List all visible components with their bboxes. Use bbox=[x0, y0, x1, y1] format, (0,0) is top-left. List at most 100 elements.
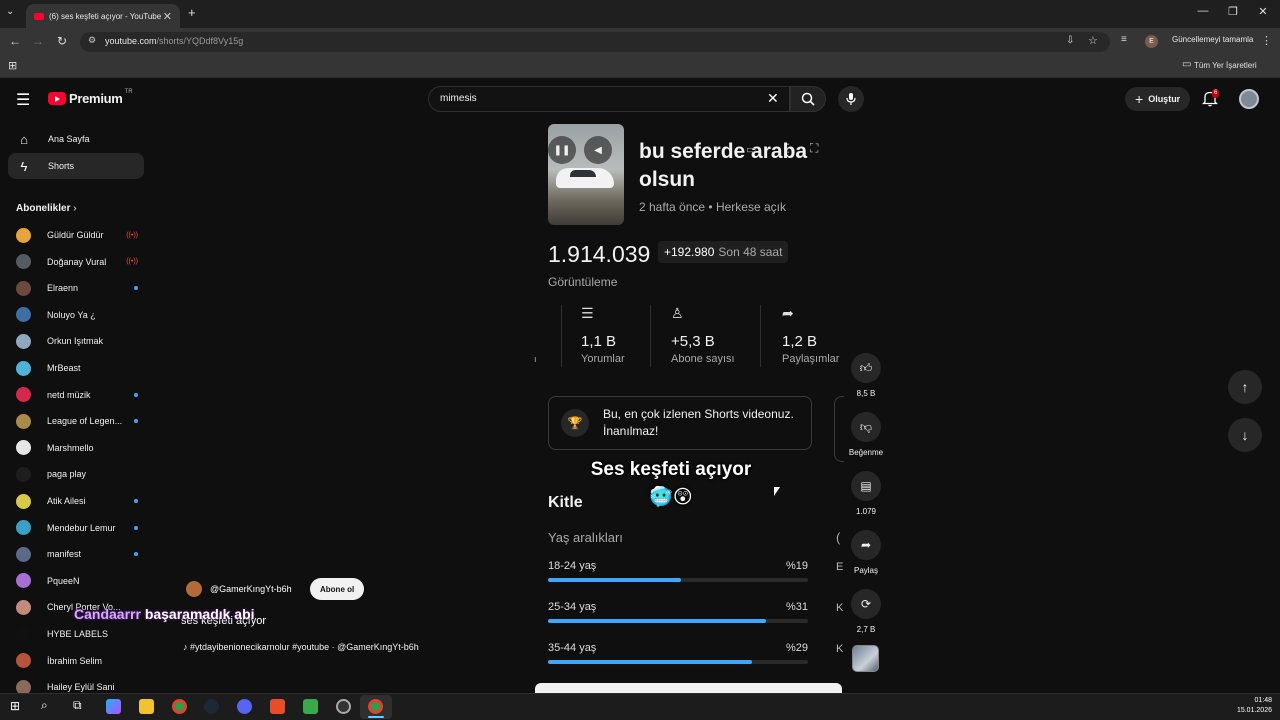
arrow-up-icon: ↑ bbox=[1241, 379, 1249, 395]
windows-start-icon[interactable]: ⊞ bbox=[10, 699, 20, 713]
subscription-item[interactable]: İbrahim Selim bbox=[16, 652, 138, 670]
share-arrow-icon[interactable]: ➦ bbox=[851, 530, 881, 560]
channel-name[interactable]: @GamerKıngYt-b6h bbox=[210, 584, 292, 594]
search-input[interactable]: mimesis bbox=[440, 93, 477, 104]
channel-avatar[interactable] bbox=[186, 581, 202, 597]
sound-thumbnail[interactable] bbox=[852, 645, 879, 672]
subscription-item[interactable]: Atik Ailesi bbox=[16, 492, 138, 510]
like-action[interactable]: 👍︎ 8,5 B bbox=[850, 353, 882, 398]
fullscreen-icon[interactable]: ⛶ bbox=[810, 141, 818, 156]
url-text[interactable]: youtube.com/shorts/YQDdf8Vy15g bbox=[105, 36, 243, 46]
copilot-icon[interactable] bbox=[106, 699, 121, 714]
app-icon-green[interactable] bbox=[303, 699, 318, 714]
steam-icon[interactable] bbox=[204, 699, 219, 714]
share-action[interactable]: ➦ Paylaş bbox=[850, 530, 882, 575]
stat-divider bbox=[650, 305, 651, 367]
thumbs-down-icon[interactable]: 👎︎ bbox=[851, 412, 881, 442]
subscription-item[interactable]: Elraenn bbox=[16, 279, 138, 297]
reload-button[interactable]: ↻ bbox=[54, 34, 70, 48]
milestone-card: 🏆 Bu, en çok izlenen Shorts videonuz. İn… bbox=[548, 396, 812, 450]
media-controls-icon[interactable]: ≡ bbox=[1121, 34, 1127, 45]
subscription-item[interactable]: manifest bbox=[16, 545, 138, 563]
new-content-dot bbox=[134, 552, 138, 557]
comment-action[interactable]: ▤ 1.079 bbox=[850, 471, 882, 516]
next-short-button[interactable]: ↓ bbox=[1228, 418, 1262, 452]
chrome-active-icon[interactable] bbox=[368, 699, 383, 714]
music-line[interactable]: ♪ #ytdayibenionecikarnolur #youtube · @G… bbox=[183, 642, 419, 652]
channel-avatar bbox=[16, 626, 31, 642]
app-icon-circle[interactable] bbox=[336, 699, 351, 714]
maximize-button[interactable]: ❐ bbox=[1218, 5, 1248, 18]
clear-search-icon[interactable]: ✕ bbox=[767, 90, 779, 107]
all-bookmarks-link[interactable]: Tüm Yer İşaretleri bbox=[1194, 61, 1257, 70]
voice-search-button[interactable] bbox=[838, 86, 864, 112]
views-count: 1.914.039 bbox=[548, 241, 651, 267]
comment-count: 1.079 bbox=[855, 507, 877, 516]
more-options-icon[interactable]: ⋮ bbox=[782, 141, 794, 155]
subscription-item[interactable]: HYBE LABELS bbox=[16, 625, 138, 643]
age-range: 35-44 yaş bbox=[548, 642, 597, 654]
discord-icon[interactable] bbox=[237, 699, 252, 714]
subscription-item[interactable]: Mendebur Lemur bbox=[16, 519, 138, 537]
apps-grid-icon[interactable]: ⊞ bbox=[8, 59, 17, 72]
subscription-item[interactable]: Orkun Işıtmak bbox=[16, 332, 138, 350]
youtube-premium-logo[interactable]: Premium TR bbox=[48, 89, 133, 106]
subscription-item[interactable]: Marshmello bbox=[16, 439, 138, 457]
stat-label: Abone sayısı bbox=[671, 353, 735, 365]
subscription-item[interactable]: paga play bbox=[16, 465, 138, 483]
subscription-name: Elraenn bbox=[47, 283, 79, 294]
previous-short-button[interactable]: ↑ bbox=[1228, 370, 1262, 404]
video-visibility: Herkese açık bbox=[715, 200, 786, 214]
captions-icon[interactable]: ▭ bbox=[746, 143, 756, 156]
bookmark-star-icon[interactable]: ☆ bbox=[1088, 34, 1098, 47]
site-info-icon[interactable]: ⚙ bbox=[88, 35, 96, 46]
subscribe-button[interactable]: Abone ol bbox=[310, 578, 365, 600]
subscription-item[interactable]: netd müzik bbox=[16, 386, 138, 404]
new-tab-button[interactable]: + bbox=[188, 5, 196, 20]
account-avatar[interactable] bbox=[1239, 89, 1259, 109]
forward-button[interactable]: → bbox=[30, 34, 46, 48]
remix-action[interactable]: ⟳ 2,7 B bbox=[850, 589, 882, 634]
subscription-name: Güldür Güldür bbox=[47, 230, 104, 240]
subscription-item[interactable]: MrBeast bbox=[16, 359, 138, 377]
subscription-item[interactable]: Noluyo Ya ¿ bbox=[16, 306, 138, 324]
file-explorer-icon[interactable] bbox=[139, 699, 154, 714]
subscriptions-title: Abonelikler bbox=[16, 203, 71, 214]
pause-button[interactable]: ❚❚ bbox=[548, 136, 576, 164]
age-bar-fill bbox=[548, 619, 766, 623]
subscription-item[interactable]: Doğanay Vural ((•)) bbox=[16, 253, 138, 271]
system-clock[interactable]: 01:48 15.01.2026 bbox=[1232, 696, 1272, 716]
thumbs-up-icon[interactable]: 👍︎ bbox=[851, 353, 881, 383]
browser-menu-icon[interactable]: ⋮ bbox=[1261, 34, 1272, 47]
channel-avatar bbox=[16, 493, 31, 509]
create-button[interactable]: + Oluştur bbox=[1125, 87, 1191, 111]
window-close-button[interactable]: ✕ bbox=[1248, 5, 1278, 18]
comment-icon[interactable]: ▤ bbox=[851, 471, 881, 501]
logo-text: Premium bbox=[69, 91, 123, 106]
update-button[interactable]: Güncellemeyi tamamla bbox=[1172, 35, 1253, 44]
minimize-button[interactable]: — bbox=[1188, 5, 1218, 17]
sidebar-item-home[interactable]: ⌂ Ana Sayfa bbox=[8, 126, 144, 152]
subscriptions-heading[interactable]: Abonelikler › bbox=[16, 203, 77, 214]
task-view-icon[interactable]: ⧉ bbox=[73, 698, 82, 713]
profile-avatar[interactable]: E bbox=[1145, 35, 1158, 48]
app-icon-orange[interactable] bbox=[270, 699, 285, 714]
chrome-icon[interactable] bbox=[172, 699, 187, 714]
sidebar-item-shorts[interactable]: ϟ Shorts bbox=[8, 153, 144, 179]
tab-search-chevron-icon[interactable]: ⌄ bbox=[6, 6, 14, 17]
remix-icon[interactable]: ⟳ bbox=[851, 589, 881, 619]
back-button[interactable]: ← bbox=[7, 34, 23, 48]
search-box[interactable] bbox=[428, 86, 790, 112]
taskbar-search-icon[interactable]: ⌕ bbox=[41, 698, 48, 713]
subscription-item[interactable]: Güldür Güldür ((•)) bbox=[16, 226, 138, 244]
tab-close-icon[interactable]: ✕ bbox=[163, 10, 172, 23]
live-indicator-icon: ((•)) bbox=[126, 258, 138, 266]
search-button[interactable] bbox=[790, 86, 826, 112]
subscription-item[interactable]: PqueeN bbox=[16, 572, 138, 590]
browser-tab-active[interactable]: (6) ses keşfeti açıyor - YouTube ✕ bbox=[26, 4, 180, 28]
subscription-item[interactable]: League of Legen... bbox=[16, 412, 138, 430]
install-app-icon[interactable]: ⇩ bbox=[1066, 35, 1074, 46]
dislike-action[interactable]: 👎︎ Beğenme bbox=[849, 412, 883, 457]
volume-button[interactable]: ◀ bbox=[584, 136, 612, 164]
hamburger-menu-icon[interactable]: ☰ bbox=[16, 90, 30, 110]
